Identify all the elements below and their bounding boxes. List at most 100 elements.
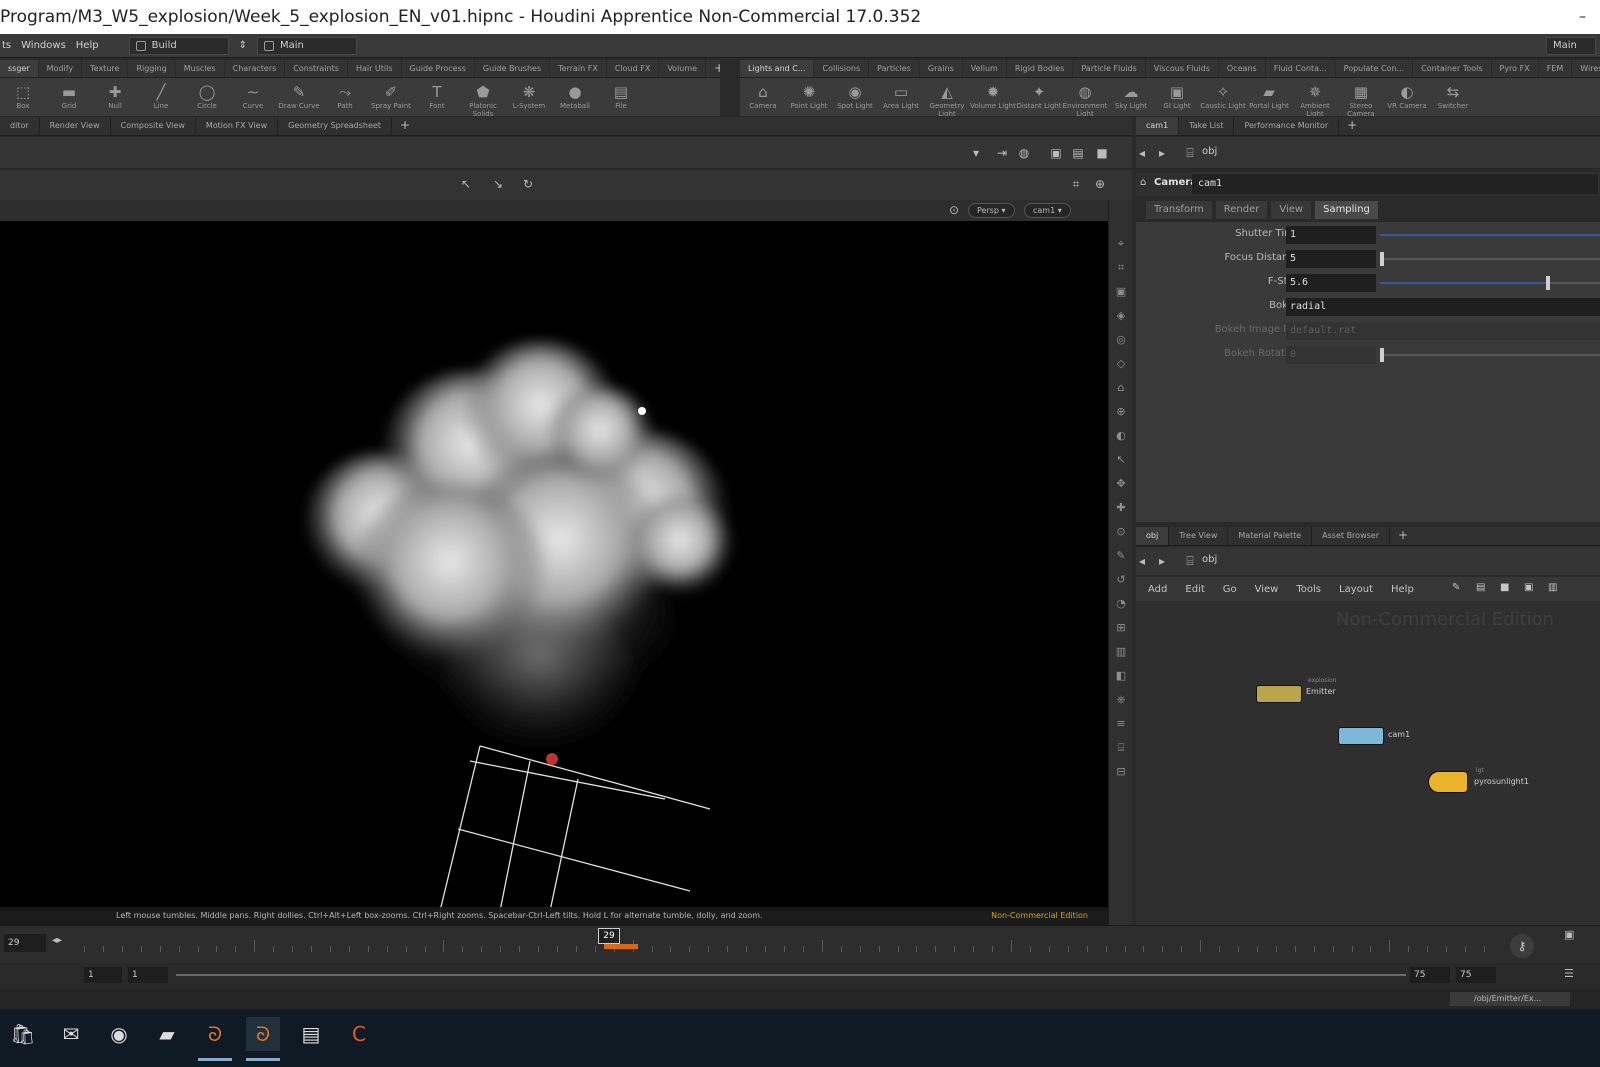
viewport-tool-add-icon[interactable]: ⊕: [1113, 404, 1129, 420]
menu-tools[interactable]: ts: [2, 40, 11, 51]
globe-icon[interactable]: ◍: [1016, 145, 1032, 161]
pane-tab-composite-view[interactable]: Composite View: [111, 117, 196, 135]
param-slider-shutter-time[interactable]: [1380, 234, 1600, 236]
layout-icon[interactable]: ▤: [1070, 145, 1086, 161]
explorer-icon[interactable]: ▰: [150, 1017, 184, 1051]
param-field-f-stop[interactable]: 5.6: [1286, 274, 1376, 292]
viewport-tool-select-icon[interactable]: ◈: [1113, 308, 1129, 324]
tool-circle[interactable]: ◯ Circle: [184, 78, 230, 116]
net-forward-icon[interactable]: ▸: [1154, 553, 1170, 569]
status-path[interactable]: /obj/Emitter/Ex...: [1450, 992, 1570, 1006]
maximize-pane-icon[interactable]: ■: [1094, 145, 1110, 161]
shelf-set-selector[interactable]: Main: [256, 36, 357, 55]
viewport-tool-frame-icon[interactable]: ▣: [1113, 284, 1129, 300]
pane-tab-render-view[interactable]: Render View: [40, 117, 111, 135]
param-field-bokeh[interactable]: radial: [1286, 298, 1600, 316]
playhead[interactable]: 29: [598, 928, 620, 944]
viewport-tool-display-icon[interactable]: ◔: [1113, 596, 1129, 612]
chat-icon[interactable]: ▤: [294, 1017, 328, 1051]
tool-font[interactable]: T Font: [414, 78, 460, 116]
tool-sky-light[interactable]: ☁ Sky Light: [1108, 78, 1154, 116]
tool-line[interactable]: ╱ Line: [138, 78, 184, 116]
network-editor[interactable]: Non-Commercial Edition Emitter explosion…: [1136, 601, 1600, 925]
add-network-tab-icon[interactable]: +: [1390, 527, 1416, 545]
shelf-tab-guide-process[interactable]: Guide Process: [402, 60, 475, 77]
shelf-tab-texture[interactable]: Texture: [82, 60, 129, 77]
tool-camera[interactable]: ⌂ Camera: [740, 78, 786, 116]
right-main-selector[interactable]: Main: [1546, 36, 1596, 55]
minimize-button[interactable]: –: [1579, 0, 1586, 34]
network-menu-edit[interactable]: Edit: [1185, 584, 1204, 595]
viewport-tool-wire-icon[interactable]: ◇: [1113, 356, 1129, 372]
tile-icon[interactable]: ▣: [1524, 582, 1533, 593]
net-back-icon[interactable]: ◂: [1134, 553, 1150, 569]
viewport-tool-draw-icon[interactable]: ✎: [1113, 548, 1129, 564]
param-field-focus-distance[interactable]: 5: [1286, 250, 1376, 268]
tool-volume-light[interactable]: ✹ Volume Light: [970, 78, 1016, 116]
add-pane-tab-icon[interactable]: +: [392, 117, 418, 135]
persp-menu[interactable]: Persp ▾: [968, 203, 1015, 218]
shelf-tab-muscles[interactable]: Muscles: [176, 60, 225, 77]
split-icon[interactable]: ▥: [1548, 582, 1557, 593]
network-tab-tree-view[interactable]: Tree View: [1169, 527, 1229, 545]
shelf-tab-pyro-fx[interactable]: Pyro FX: [1492, 60, 1539, 77]
wrench-icon[interactable]: ✎: [1452, 582, 1460, 593]
shelf-tab-viscous-fluids[interactable]: Viscous Fluids: [1146, 60, 1219, 77]
shelf-tab-hair-utils[interactable]: Hair Utils: [348, 60, 402, 77]
menu-windows[interactable]: Windows: [21, 40, 66, 51]
chrome-icon[interactable]: ◉: [102, 1017, 136, 1051]
select-tool-icon[interactable]: ↖: [458, 176, 474, 192]
snapshot-icon[interactable]: ▣: [1048, 145, 1064, 161]
shelf-tab-grains[interactable]: Grains: [920, 60, 963, 77]
param-field-shutter-time[interactable]: 1: [1286, 226, 1376, 244]
param-slider-focus-distance[interactable]: [1380, 252, 1600, 266]
viewport-tool-list-icon[interactable]: ≡: [1113, 716, 1129, 732]
shelf-tab-particle-fluids[interactable]: Particle Fluids: [1073, 60, 1146, 77]
tool-switcher[interactable]: ⇆ Switcher: [1430, 78, 1476, 116]
param-tab-render[interactable]: Render: [1215, 201, 1268, 219]
viewport-tool-shading-icon[interactable]: ◎: [1113, 332, 1129, 348]
shelf-tab-fem[interactable]: FEM: [1539, 60, 1573, 77]
tool-ambient-light[interactable]: ✵ Ambient Light: [1292, 78, 1338, 116]
add-param-tab-icon[interactable]: +: [1339, 117, 1365, 135]
viewport-tool-snap-icon[interactable]: ⌖: [1113, 236, 1129, 252]
global-start-field[interactable]: 1: [84, 967, 122, 983]
tool-gi-light[interactable]: ▣ GI Light: [1154, 78, 1200, 116]
pane-tab-geometry-spreadsheet[interactable]: Geometry Spreadsheet: [278, 117, 392, 135]
viewport-tool-split-icon[interactable]: ◧: [1113, 668, 1129, 684]
tool-metaball[interactable]: ● Metaball: [552, 78, 598, 116]
tool-draw-curve[interactable]: ✎ Draw Curve: [276, 78, 322, 116]
viewport-tool-pick-icon[interactable]: ↖: [1113, 452, 1129, 468]
tool-distant-light[interactable]: ✦ Distant Light: [1016, 78, 1062, 116]
pin-icon[interactable]: ⇥: [994, 145, 1010, 161]
viewport-tool-move-icon[interactable]: ✥: [1113, 476, 1129, 492]
tool-curve[interactable]: ∼ Curve: [230, 78, 276, 116]
shelf-tab-vellum[interactable]: Vellum: [963, 60, 1007, 77]
frame-ruler[interactable]: [84, 930, 1485, 958]
network-menu-go[interactable]: Go: [1223, 584, 1237, 595]
tool-file[interactable]: ▤ File: [598, 78, 644, 116]
network-tab-asset-browser[interactable]: Asset Browser: [1312, 527, 1390, 545]
dropdown-arrow-icon[interactable]: ▾: [968, 145, 984, 161]
viewport-tool-focus-icon[interactable]: ⊙: [1113, 524, 1129, 540]
timeline[interactable]: 29 ◂▸ 29 ⚷ ▣: [0, 925, 1600, 963]
network-menu-layout[interactable]: Layout: [1339, 584, 1373, 595]
playback-start-field[interactable]: 1: [128, 967, 168, 983]
shelf-tab-container-tools[interactable]: Container Tools: [1413, 60, 1492, 77]
tool-geometry-light[interactable]: ◭ Geometry Light: [924, 78, 970, 116]
tool-box[interactable]: ⬚ Box: [0, 78, 46, 116]
shelf-tab-ssger[interactable]: ssger: [0, 60, 39, 77]
global-end-field[interactable]: 75: [1456, 967, 1496, 983]
current-frame-field[interactable]: 29: [4, 934, 46, 952]
shelf-tab-particles[interactable]: Particles: [869, 60, 920, 77]
viewport-tool-view-icon[interactable]: ▥: [1113, 644, 1129, 660]
list-view-icon[interactable]: ▤: [1476, 582, 1485, 593]
tool-environment-light[interactable]: ◍ Environment Light: [1062, 78, 1108, 116]
pane-tab-motion-fx-view[interactable]: Motion FX View: [196, 117, 279, 135]
houdini-icon-2[interactable]: ᘐ: [246, 1017, 280, 1061]
param-slider-knob[interactable]: [1546, 276, 1551, 290]
houdini-icon-1[interactable]: ᘐ: [198, 1017, 232, 1061]
shelf-tab-volume[interactable]: Volume: [659, 60, 707, 77]
tool-platonic-solids[interactable]: ⬟ Platonic Solids: [460, 78, 506, 116]
tool-null[interactable]: ✚ Null: [92, 78, 138, 116]
